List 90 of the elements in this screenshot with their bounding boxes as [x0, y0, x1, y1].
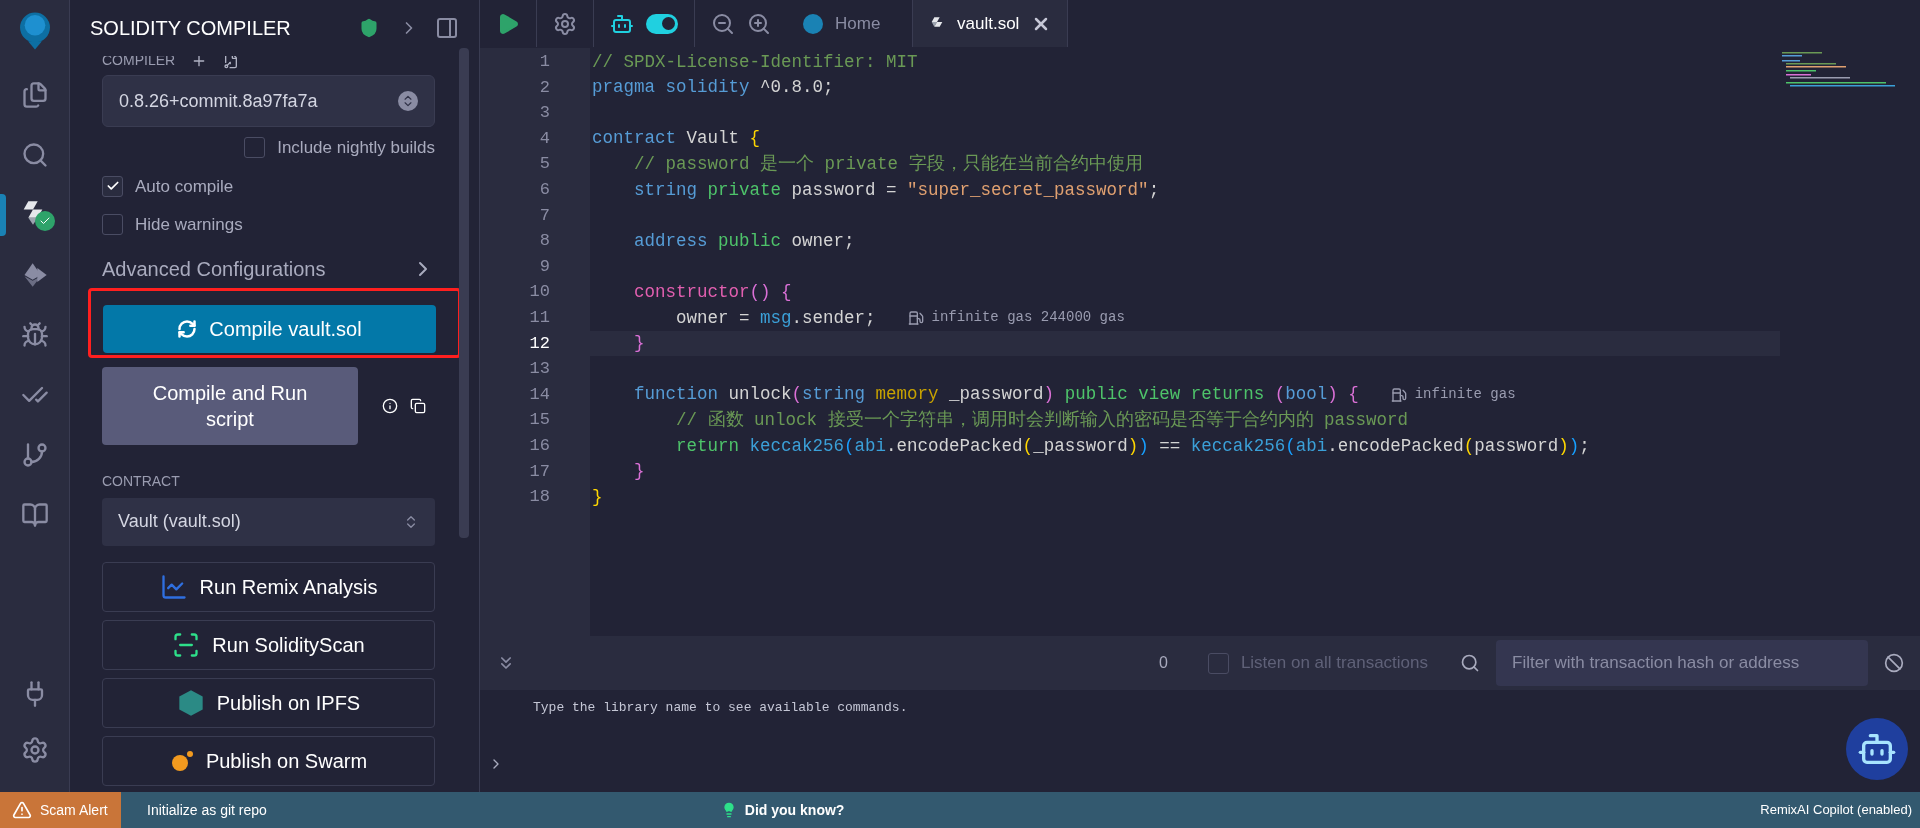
line-number: 16 — [528, 434, 551, 457]
panel-title: SOLIDITY COMPILER — [90, 16, 291, 41]
action-button[interactable]: Publish on IPFS — [102, 677, 435, 728]
git-branch-icon[interactable] — [20, 441, 49, 469]
line-number: 3 — [538, 102, 551, 125]
checkbox[interactable] — [244, 137, 266, 159]
line-number: 8 — [538, 230, 551, 253]
files-icon[interactable] — [20, 81, 49, 109]
active-indicator — [0, 194, 6, 236]
gas-hint: infinite gas — [1414, 385, 1516, 404]
code-line: // SPDX-License-Identifier: MIT — [591, 50, 918, 74]
code-line: } — [633, 332, 645, 356]
copilot-status: RemixAI Copilot (enabled) — [1760, 801, 1912, 820]
line-number: 4 — [538, 127, 551, 150]
version-select[interactable]: 0.8.26+commit.8a97fa7a — [102, 75, 435, 127]
checkbox[interactable] — [1207, 652, 1229, 674]
search-icon[interactable] — [20, 141, 49, 169]
sort-icon — [398, 91, 418, 111]
line-number: 17 — [528, 460, 551, 483]
panel-icon[interactable] — [435, 16, 459, 40]
code-line: } — [591, 485, 603, 509]
copy-icon[interactable] — [410, 397, 426, 414]
editor-tab[interactable]: vault.sol — [912, 0, 1069, 47]
refresh-icon — [177, 318, 198, 339]
advanced-configurations[interactable]: Advanced Configurations — [102, 253, 326, 284]
search-icon[interactable] — [1460, 653, 1480, 673]
scrollbar[interactable] — [459, 48, 469, 538]
section-label: CONTRACT — [102, 471, 181, 491]
compile-and-run-button[interactable]: Compile and Run script — [102, 366, 358, 445]
code-line: // 函数 unlock 接受一个字符串，调用时会判断输入的密码是否等于合约内的 password — [675, 409, 1409, 432]
info-icon[interactable] — [382, 397, 398, 414]
checkbox[interactable] — [102, 175, 123, 197]
line-number: 18 — [528, 486, 551, 509]
compile-button[interactable]: Compile vault.sol — [103, 304, 436, 353]
gear-icon[interactable] — [553, 11, 577, 36]
terminal-output: Type the library name to see available commands. — [533, 699, 909, 717]
toggle-switch[interactable] — [646, 13, 678, 34]
chart-icon — [159, 572, 188, 601]
file-icon[interactable] — [223, 56, 240, 69]
hexagon-icon — [176, 688, 205, 717]
line-number: 10 — [528, 281, 551, 304]
line-number: 6 — [538, 178, 551, 201]
action-button[interactable]: Run Remix Analysis — [102, 561, 435, 612]
git-init-link[interactable]: Initialize as git repo — [147, 799, 267, 821]
section-label: COMPILER — [102, 56, 176, 70]
code-line: address public owner; — [633, 229, 855, 253]
swarm-icon — [169, 748, 194, 773]
tip-link[interactable]: Did you know? — [744, 799, 845, 821]
line-number: 15 — [528, 409, 551, 432]
line-number: 9 — [538, 255, 551, 278]
action-button[interactable]: Publish on Swarm — [102, 735, 435, 786]
filter-field[interactable]: Filter with transaction hash or address — [1496, 640, 1868, 686]
code-line: } — [633, 460, 645, 484]
checkbox-label: Auto compile — [135, 175, 234, 198]
checkbox[interactable] — [102, 214, 123, 236]
book-icon[interactable] — [20, 501, 49, 529]
editor-tab[interactable]: Home — [787, 0, 912, 47]
line-number: 1 — [538, 51, 551, 73]
code-line: owner = msg.sender; — [675, 306, 876, 330]
checkbox-label: Hide warnings — [135, 214, 243, 236]
zoom-in-icon[interactable] — [747, 11, 771, 36]
scan-icon — [172, 630, 201, 659]
shield-icon — [359, 18, 379, 38]
warning-icon — [12, 800, 32, 820]
line-number: 12 — [528, 332, 551, 355]
code-line: // password 是一个 private 字段，只能在当前合约中使用 — [633, 153, 1143, 177]
fuel-icon — [1390, 386, 1407, 403]
transaction-count: 0 — [1159, 653, 1168, 673]
line-number: 13 — [528, 358, 551, 381]
code-line: contract Vault { — [591, 127, 761, 151]
bug-icon[interactable] — [20, 321, 49, 349]
code-line: function unlock(string memory _password) public view returns (bool) { — [633, 383, 1359, 407]
line-number: 2 — [538, 76, 551, 99]
checkbox-label: Include nightly builds — [277, 137, 435, 159]
fuel-icon — [907, 309, 924, 326]
zoom-out-icon[interactable] — [711, 11, 735, 36]
contract-select[interactable]: Vault (vault.sol) — [102, 497, 435, 546]
action-button[interactable]: Run SolidityScan — [102, 619, 435, 670]
clear-icon[interactable] — [1884, 653, 1904, 673]
code-line: return keccak256(abi.encodePacked(_password)) == keccak256(abi.encodePacked(password)); — [675, 434, 1590, 458]
code-line: string private password = "super_secret_password"; — [633, 178, 1160, 202]
gas-hint: infinite gas 244000 gas — [931, 308, 1125, 328]
line-number: 14 — [528, 383, 551, 406]
line-number: 11 — [528, 306, 551, 329]
settings-icon[interactable] — [20, 736, 49, 764]
code-line: constructor() { — [633, 281, 792, 304]
checkbox-label: Listen on all transactions — [1240, 652, 1428, 675]
line-number: 7 — [538, 204, 551, 227]
line-number: 5 — [538, 153, 551, 176]
code-line: pragma solidity ^0.8.0; — [591, 76, 834, 100]
